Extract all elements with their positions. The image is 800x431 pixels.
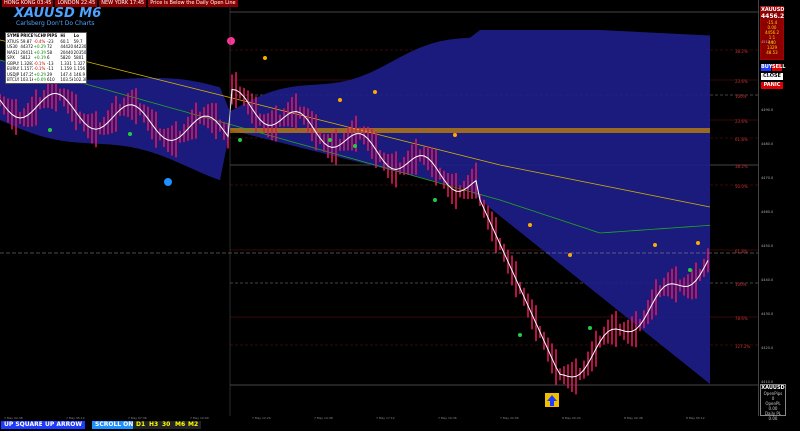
fib-level-label: 127.2% xyxy=(735,344,750,349)
up-arrow-button[interactable]: UP ARROW xyxy=(42,421,85,429)
signal-dot-orange xyxy=(263,56,267,60)
up-square-button[interactable]: UP SQUARE xyxy=(1,421,46,429)
time-axis-label: 7 May 17:12 xyxy=(376,416,395,420)
info-price: 4456.2 xyxy=(761,13,785,20)
signal-dot-orange xyxy=(653,243,657,247)
price-scale-label: 4460.0 xyxy=(761,210,774,214)
signal-dot-green xyxy=(328,138,332,142)
time-axis-label: 7 May 12:24 xyxy=(252,416,271,420)
signal-dot-orange xyxy=(696,241,700,245)
daily-open-message: Price is Below the Daily Open Line xyxy=(148,0,238,7)
price-scale-label: 4420.0 xyxy=(761,346,774,350)
price-scale-label: 4450.0 xyxy=(761,244,774,248)
watchlist-table: SYMBOL PRICE %CHNG PIPS Hi Lo XTIUSD59.8… xyxy=(5,32,87,84)
time-axis-label: 7 May 22:00 xyxy=(500,416,519,420)
fib-level-label: 100% xyxy=(735,282,747,287)
signal-dot-orange xyxy=(373,90,377,94)
time-axis-label: 7 May 05:12 xyxy=(66,416,85,420)
watchlist-row[interactable]: BTCUSD103.1k+0.6%610 103.5k102.3k xyxy=(6,77,86,83)
signal-dot-orange xyxy=(453,133,457,137)
time-axis-label: 7 May 19:36 xyxy=(438,416,457,420)
buy-button[interactable]: BUY xyxy=(761,64,773,71)
signal-dot-green xyxy=(433,198,437,202)
sell-button[interactable]: SELL xyxy=(772,64,785,71)
panic-button[interactable]: PANIC xyxy=(761,82,783,89)
fib-level-label: 38.2% xyxy=(735,49,748,54)
fib-level-label: 23.6% xyxy=(735,119,748,124)
fib-level-label: 78.6% xyxy=(735,316,748,321)
time-axis-label: 7 May 07:36 xyxy=(128,416,147,420)
signal-dot-orange xyxy=(338,98,342,102)
price-scale-label: 4430.0 xyxy=(761,312,774,316)
signal-dot-green xyxy=(353,144,357,148)
info-line: 48.53 xyxy=(766,50,778,55)
watchlist-cell: +0.6% xyxy=(33,77,46,82)
watchlist-cell: 103.5k xyxy=(60,77,72,82)
signal-dot-green xyxy=(518,333,522,337)
fib-level-label: 61.8% xyxy=(735,137,748,142)
price-scale-label: 4490.0 xyxy=(761,108,774,112)
time-axis-label: 7 May 14:48 xyxy=(314,416,333,420)
signal-dot-pink xyxy=(227,37,235,45)
support-zone xyxy=(230,128,710,133)
price-chart[interactable]: 38.2%23.6%100%23.6%61.8%38.2%50.0%61.8%1… xyxy=(0,0,758,416)
fib-level-label: 50.0% xyxy=(735,184,748,189)
price-scale-label: 4480.0 xyxy=(761,142,774,146)
watchlist-cell: 102.3k xyxy=(73,77,86,82)
price-scale-label: 4470.0 xyxy=(761,176,774,180)
account-summary-box: XAUUSD OpenPips 0 OpenPL 0.00 Daily PL 0… xyxy=(760,384,786,421)
signal-dot-orange xyxy=(568,253,572,257)
price-scale[interactable]: 4520.0 4510.0 4500.0 4490.0 4480.0 4470.0 4460… xyxy=(758,0,800,416)
symbol-title: XAUUSD M6 xyxy=(14,6,102,21)
signal-dot-blue xyxy=(164,178,172,186)
watchlist-cell: BTCUSD xyxy=(7,77,19,82)
signal-dot-orange xyxy=(528,223,532,227)
time-axis-label: 7 May 02:48 xyxy=(4,416,23,420)
time-axis-label: 8 May 00:24 xyxy=(562,416,581,420)
fib-level-label: 38.2% xyxy=(735,164,748,169)
signal-dot-green xyxy=(238,138,242,142)
watchlist-cell: 610 xyxy=(46,77,55,82)
signal-dot-green xyxy=(48,128,52,132)
close-button[interactable]: CLOSE xyxy=(761,73,783,80)
price-scale-label: 4440.0 xyxy=(761,278,774,282)
session-newyork: NEW YORK 17:45 xyxy=(99,0,147,7)
signal-dot-green xyxy=(688,268,692,272)
time-axis-label: 8 May 02:48 xyxy=(624,416,643,420)
watchlist-cell: 103.1k xyxy=(20,77,32,82)
time-axis-label: 8 May 05:12 xyxy=(686,416,705,420)
fib-level-label: 100% xyxy=(735,94,747,99)
chart-area[interactable]: 38.2% 23.6% 100% 23.6% 61.8% 38.2% 50.0% 61.8% 1… xyxy=(0,0,758,416)
trade-info-panel: XAUUSD 4456.2 -15.4 0.00 4456.2 1:1 440 … xyxy=(760,6,784,60)
timeframe-m2-button[interactable]: M2 xyxy=(185,421,202,429)
scroll-toggle-button[interactable]: SCROLL ON xyxy=(92,421,137,429)
time-axis-label: 7 May 10:00 xyxy=(190,416,209,420)
signal-dot-green xyxy=(588,326,592,330)
fib-level-label: 23.6% xyxy=(735,79,748,84)
signal-dot-green xyxy=(128,132,132,136)
symbol-subtitle: Carlsberg Don't Do Charts xyxy=(16,20,95,27)
